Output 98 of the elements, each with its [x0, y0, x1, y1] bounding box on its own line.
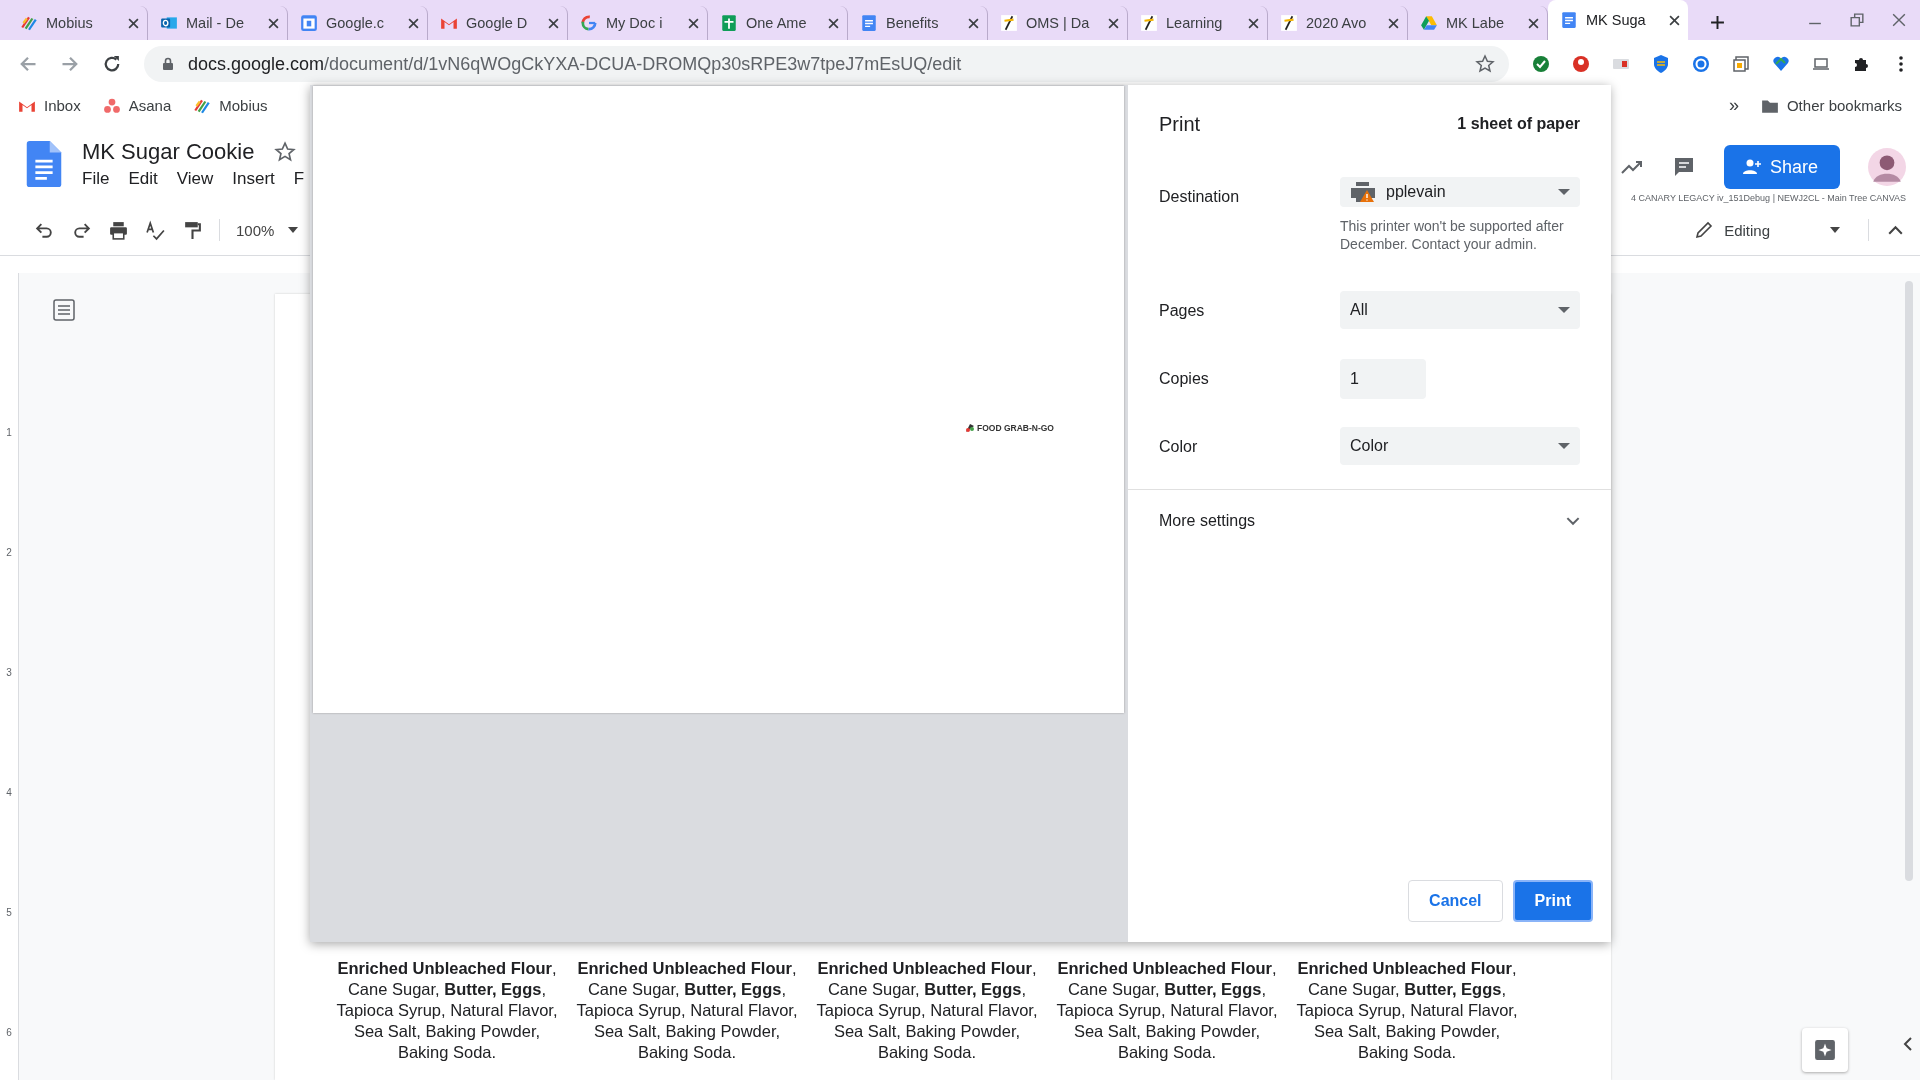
reload-icon[interactable] — [102, 54, 122, 74]
chevron-left-icon[interactable] — [1902, 1036, 1914, 1052]
warning-text: This printer won't be supported after December. Contact your admin. — [1340, 217, 1565, 253]
dialog-title: Print — [1159, 112, 1201, 136]
menu-item[interactable]: File — [82, 169, 110, 189]
dots-icon — [102, 96, 121, 115]
check-circle-icon[interactable] — [1531, 54, 1551, 74]
back-icon[interactable] — [18, 54, 38, 74]
document-title[interactable]: MK Sugar Cookie — [82, 139, 255, 165]
new-tab-icon[interactable] — [1710, 15, 1725, 30]
caret-icon — [1830, 227, 1840, 233]
select-field[interactable]: Color — [1340, 427, 1580, 465]
bookmark-folder[interactable]: Other bookmarks — [1760, 96, 1902, 115]
close-icon[interactable] — [1248, 17, 1259, 29]
ingredients-text: Enriched Unbleached Flour, Cane Sugar, Butter, Eggs, Tapioca Syrup, Natural Flavor, Sea Salt, Baking Powder, Baking Soda. — [815, 958, 1039, 1063]
badge-icon[interactable] — [1571, 54, 1591, 74]
ruler-number: 2 — [6, 546, 12, 560]
more-bookmarks[interactable]: » — [1728, 95, 1739, 116]
menu-item[interactable]: Insert — [232, 169, 275, 189]
cards-icon[interactable] — [1731, 54, 1751, 74]
print-icon[interactable] — [108, 219, 129, 241]
ingredients-text: Enriched Unbleached Flour, Cane Sugar, Butter, Eggs, Tapioca Syrup, Natural Flavor, Sea Salt, Baking Powder, Baking Soda. — [1295, 958, 1519, 1063]
close-icon[interactable] — [968, 17, 979, 29]
zoom-dropdown[interactable]: 100% — [236, 221, 299, 239]
outline-icon[interactable] — [53, 299, 75, 321]
close-icon[interactable] — [1108, 17, 1119, 29]
ruler-number: 5 — [6, 906, 12, 920]
star-icon[interactable] — [1475, 54, 1495, 74]
menu-item[interactable]: F — [293, 169, 305, 189]
chevron-icon — [1566, 516, 1580, 526]
bookmark[interactable]: Mobius — [193, 96, 268, 115]
close-icon[interactable] — [1388, 17, 1399, 29]
ruler-number: 1 — [6, 426, 12, 440]
sparkle-icon — [1814, 1039, 1836, 1061]
close-icon[interactable] — [828, 17, 839, 29]
select-field[interactable]: pplevain — [1340, 177, 1580, 207]
logo: FOOD GRAB-N-GO — [965, 423, 1054, 433]
close-icon[interactable] — [268, 17, 279, 29]
paint-roller-icon[interactable] — [182, 219, 203, 241]
menu-item[interactable]: Edit — [128, 169, 158, 189]
ingredients-text: Enriched Unbleached Flour, Cane Sugar, Butter, Eggs, Tapioca Syrup, Natural Flavor, Sea Salt, Baking Powder, Baking Soda. — [575, 958, 799, 1063]
share-button[interactable]: Share — [1723, 145, 1840, 189]
bookmark[interactable]: Asana — [102, 96, 172, 115]
printer-warning-icon — [1350, 181, 1376, 203]
ingredients-text: Enriched Unbleached Flour, Cane Sugar, Butter, Eggs, Tapioca Syrup, Natural Flavor, Sea Salt, Baking Powder, Baking Soda. — [335, 958, 559, 1063]
ruler-number: 4 — [6, 786, 12, 800]
caret-icon — [1558, 443, 1570, 449]
more-settings-toggle[interactable]: More settings — [1128, 489, 1611, 552]
debug-label: 4 CANARY LEGACY iv_151Debug | NEWJ2CL - Main Tree CANVAS — [1631, 193, 1906, 203]
calendar-icon — [300, 14, 318, 32]
shield-icon[interactable] — [1691, 54, 1711, 74]
triangle-icon — [1420, 14, 1438, 32]
close-icon[interactable] — [1669, 14, 1680, 26]
document-icon — [1560, 11, 1578, 29]
mail-icon — [160, 14, 178, 32]
spellcheck-icon[interactable] — [145, 219, 166, 241]
bookmark[interactable]: Inbox — [18, 96, 81, 115]
pencil-icon — [1694, 220, 1715, 240]
document-icon[interactable] — [26, 141, 62, 187]
copies-field[interactable]: 1 — [1340, 359, 1426, 399]
setting-label: Color — [1159, 437, 1199, 457]
forward-icon[interactable] — [60, 54, 80, 74]
setting-label: Destination — [1159, 187, 1241, 207]
person-add-icon — [1741, 157, 1762, 177]
close-icon[interactable] — [688, 17, 699, 29]
caret-icon — [1558, 189, 1570, 195]
stripes-icon — [20, 14, 38, 32]
avatar[interactable] — [1868, 148, 1906, 186]
setting-label: Pages — [1159, 301, 1206, 321]
select-field[interactable]: All — [1340, 291, 1580, 329]
sheet-count: 1 sheet of paper — [1457, 115, 1580, 133]
close-icon[interactable] — [128, 17, 139, 29]
explore-button[interactable] — [1802, 1028, 1848, 1072]
lock-icon — [162, 57, 174, 71]
browser-tab[interactable]: MK Suga — [1548, 0, 1688, 40]
menu-item[interactable]: View — [176, 169, 214, 189]
caret-icon — [288, 227, 299, 233]
document-icon — [860, 14, 878, 32]
ruler-number: 6 — [6, 1026, 12, 1040]
g-icon — [580, 14, 598, 32]
ruler-number: 3 — [6, 666, 12, 680]
restore-icon[interactable] — [1850, 13, 1864, 27]
shield-icon[interactable] — [1651, 54, 1671, 74]
setting-label: Copies — [1159, 369, 1210, 389]
close-icon[interactable] — [548, 17, 559, 29]
address-bar[interactable]: docs.google.com/document/d/1vN6qWOgCkYXA-DCUA-DROMQp30sRPE3w7tpeJ7mEsUQ/edit — [144, 46, 1509, 82]
spreadsheet-icon — [720, 14, 738, 32]
close-icon[interactable] — [408, 17, 419, 29]
star-icon[interactable] — [274, 141, 297, 163]
close-icon[interactable] — [1528, 17, 1539, 29]
mode-dropdown[interactable]: Editing — [1694, 220, 1852, 240]
ingredients-text: Enriched Unbleached Flour, Cane Sugar, Butter, Eggs, Tapioca Syrup, Natural Flavor, Sea Salt, Baking Powder, Baking Soda. — [1055, 958, 1279, 1063]
close-icon[interactable] — [1892, 13, 1906, 27]
cancel-button[interactable]: Cancel — [1408, 880, 1503, 922]
caret-icon — [1558, 307, 1570, 313]
url-text: docs.google.com/document/d/1vN6qWOgCkYXA-DCUA-DROMQp30sRPE3w7tpeJ7mEsUQ/edit — [188, 53, 963, 75]
print-button[interactable]: Print — [1512, 880, 1593, 922]
scrollbar[interactable] — [1905, 281, 1913, 881]
